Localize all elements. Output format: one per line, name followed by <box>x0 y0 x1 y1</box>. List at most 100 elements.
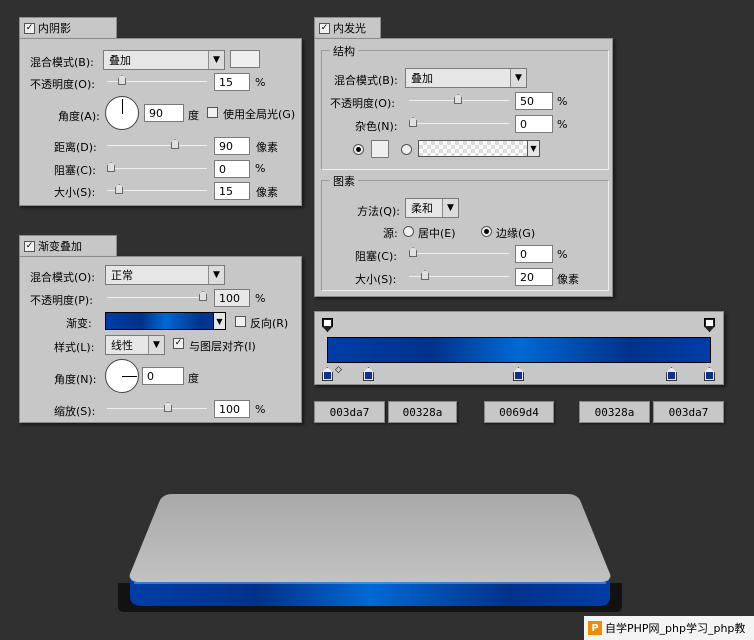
ig-size-label: 大小(S): <box>355 273 397 286</box>
ig-method-select[interactable]: 柔和 ▼ <box>405 198 459 218</box>
slider-thumb[interactable] <box>164 402 172 412</box>
color-stop-2[interactable] <box>363 367 374 381</box>
gradient-overlay-tab[interactable]: ✓ 渐变叠加 <box>19 235 117 256</box>
is-angle-dial[interactable] <box>105 96 139 130</box>
hex-value: 0069d4 <box>499 405 539 419</box>
ig-opacity-input[interactable]: 50 <box>515 92 553 110</box>
ig-structure-title: 结构 <box>330 43 358 59</box>
go-angle-value: 0 <box>147 369 154 383</box>
is-opacity-label: 不透明度(O): <box>30 78 95 91</box>
gradient-bar[interactable] <box>327 337 711 363</box>
is-choke-slider[interactable] <box>107 162 207 172</box>
go-scale-value: 100 <box>219 402 240 416</box>
is-blend-label: 混合模式(B): <box>30 56 94 69</box>
go-opacity-slider[interactable] <box>107 291 207 301</box>
stop-hex-4: 00328a <box>579 401 650 423</box>
go-align-label: 与图层对齐(I) <box>189 340 256 353</box>
go-scale-label: 缩放(S): <box>54 405 96 418</box>
is-size-input[interactable]: 15 <box>214 182 250 200</box>
go-gradient-preview[interactable]: ▼ <box>105 312 226 330</box>
ig-edge-radio[interactable] <box>481 226 492 237</box>
inner-glow-checkbox[interactable]: ✓ <box>319 22 330 34</box>
slider-thumb[interactable] <box>118 75 126 85</box>
opacity-stop-right[interactable] <box>704 318 715 332</box>
is-global-light-label: 使用全局光(G) <box>223 108 296 121</box>
is-global-light-checkbox[interactable] <box>207 107 218 118</box>
inner-glow-tab[interactable]: ✓ 内发光 <box>314 17 381 38</box>
is-distance-input[interactable]: 90 <box>214 137 250 155</box>
slider-thumb[interactable] <box>171 139 179 149</box>
go-angle-label: 角度(N): <box>54 373 97 386</box>
pixel-unit: 像素 <box>557 273 579 286</box>
color-stop-3[interactable] <box>513 367 524 381</box>
go-scale-slider[interactable] <box>107 402 207 412</box>
ig-choke-input[interactable]: 0 <box>515 245 553 263</box>
is-opacity-input[interactable]: 15 <box>214 73 250 91</box>
go-blend-select[interactable]: 正常 ▼ <box>105 265 225 285</box>
is-opacity-slider[interactable] <box>107 75 207 85</box>
ig-blend-select[interactable]: 叠加 ▼ <box>405 68 527 88</box>
chevron-down-icon[interactable]: ▼ <box>527 141 539 156</box>
go-opacity-input[interactable]: 100 <box>214 289 250 307</box>
percent-sign: % <box>255 162 266 175</box>
inner-shadow-panel: 混合模式(B): 叠加 ▼ 不透明度(O): 15 % 角度(A): 90 度 … <box>19 38 302 206</box>
ig-center-label: 居中(E) <box>418 227 456 240</box>
ig-size-slider[interactable] <box>409 270 509 280</box>
go-align-checkbox[interactable]: ✓ <box>173 338 184 349</box>
ig-noise-value: 0 <box>520 117 527 131</box>
inner-shadow-tab[interactable]: ✓ 内阴影 <box>19 17 117 38</box>
is-blend-select[interactable]: 叠加 ▼ <box>103 50 225 70</box>
ig-gradient-swatch[interactable]: ▼ <box>418 140 540 157</box>
ig-size-input[interactable]: 20 <box>515 268 553 286</box>
chevron-down-icon[interactable]: ▼ <box>213 313 225 329</box>
go-angle-dial[interactable] <box>105 359 139 393</box>
color-stop-5[interactable] <box>704 367 715 381</box>
gradient-overlay-checkbox[interactable]: ✓ <box>24 240 35 252</box>
slider-thumb[interactable] <box>107 162 115 172</box>
ig-center-radio[interactable] <box>403 226 414 237</box>
hex-value: 00328a <box>594 405 635 419</box>
color-stop-4[interactable] <box>666 367 677 381</box>
stop-hex-3: 0069d4 <box>484 401 554 423</box>
is-distance-label: 距离(D): <box>54 141 97 154</box>
go-style-select[interactable]: 线性 ▼ <box>105 335 165 355</box>
ig-choke-slider[interactable] <box>409 247 509 257</box>
color-stop-1[interactable] <box>322 367 333 381</box>
dial-needle <box>122 99 123 114</box>
midpoint-diamond-icon[interactable]: ◇ <box>335 365 342 375</box>
is-distance-slider[interactable] <box>107 139 207 149</box>
go-style-value: 线性 <box>111 339 133 352</box>
ig-color-swatch[interactable] <box>371 140 389 158</box>
is-angle-label: 角度(A): <box>58 110 100 123</box>
go-scale-input[interactable]: 100 <box>214 400 250 418</box>
inner-shadow-checkbox[interactable]: ✓ <box>24 22 35 34</box>
percent-sign: % <box>557 118 568 131</box>
slider-thumb[interactable] <box>115 184 123 194</box>
ig-gradient-radio[interactable] <box>401 144 412 155</box>
ig-opacity-value: 50 <box>520 94 534 108</box>
opacity-stop-left[interactable] <box>322 318 333 332</box>
is-color-swatch[interactable] <box>230 50 260 68</box>
go-reverse-checkbox[interactable] <box>235 316 246 327</box>
is-opacity-value: 15 <box>219 75 233 89</box>
go-angle-input[interactable]: 0 <box>142 367 184 385</box>
hex-value: 003da7 <box>668 405 709 419</box>
is-size-slider[interactable] <box>107 184 207 194</box>
degree-unit: 度 <box>188 109 199 122</box>
button-preview <box>118 494 622 612</box>
ig-noise-slider[interactable] <box>409 117 509 127</box>
ig-opacity-slider[interactable] <box>409 94 509 104</box>
is-size-label: 大小(S): <box>54 186 96 199</box>
pixel-unit: 像素 <box>256 186 278 199</box>
go-gradient-label: 渐变: <box>66 317 92 330</box>
stop-hex-1: 003da7 <box>314 401 385 423</box>
degree-unit: 度 <box>188 372 199 385</box>
is-choke-input[interactable]: 0 <box>214 160 250 178</box>
ig-noise-label: 杂色(N): <box>355 120 398 133</box>
percent-sign: % <box>557 248 568 261</box>
ig-noise-input[interactable]: 0 <box>515 115 553 133</box>
ig-solid-color-radio[interactable] <box>353 144 364 155</box>
slider-thumb[interactable] <box>199 291 207 301</box>
ig-choke-value: 0 <box>520 247 527 261</box>
is-angle-input[interactable]: 90 <box>144 104 184 122</box>
